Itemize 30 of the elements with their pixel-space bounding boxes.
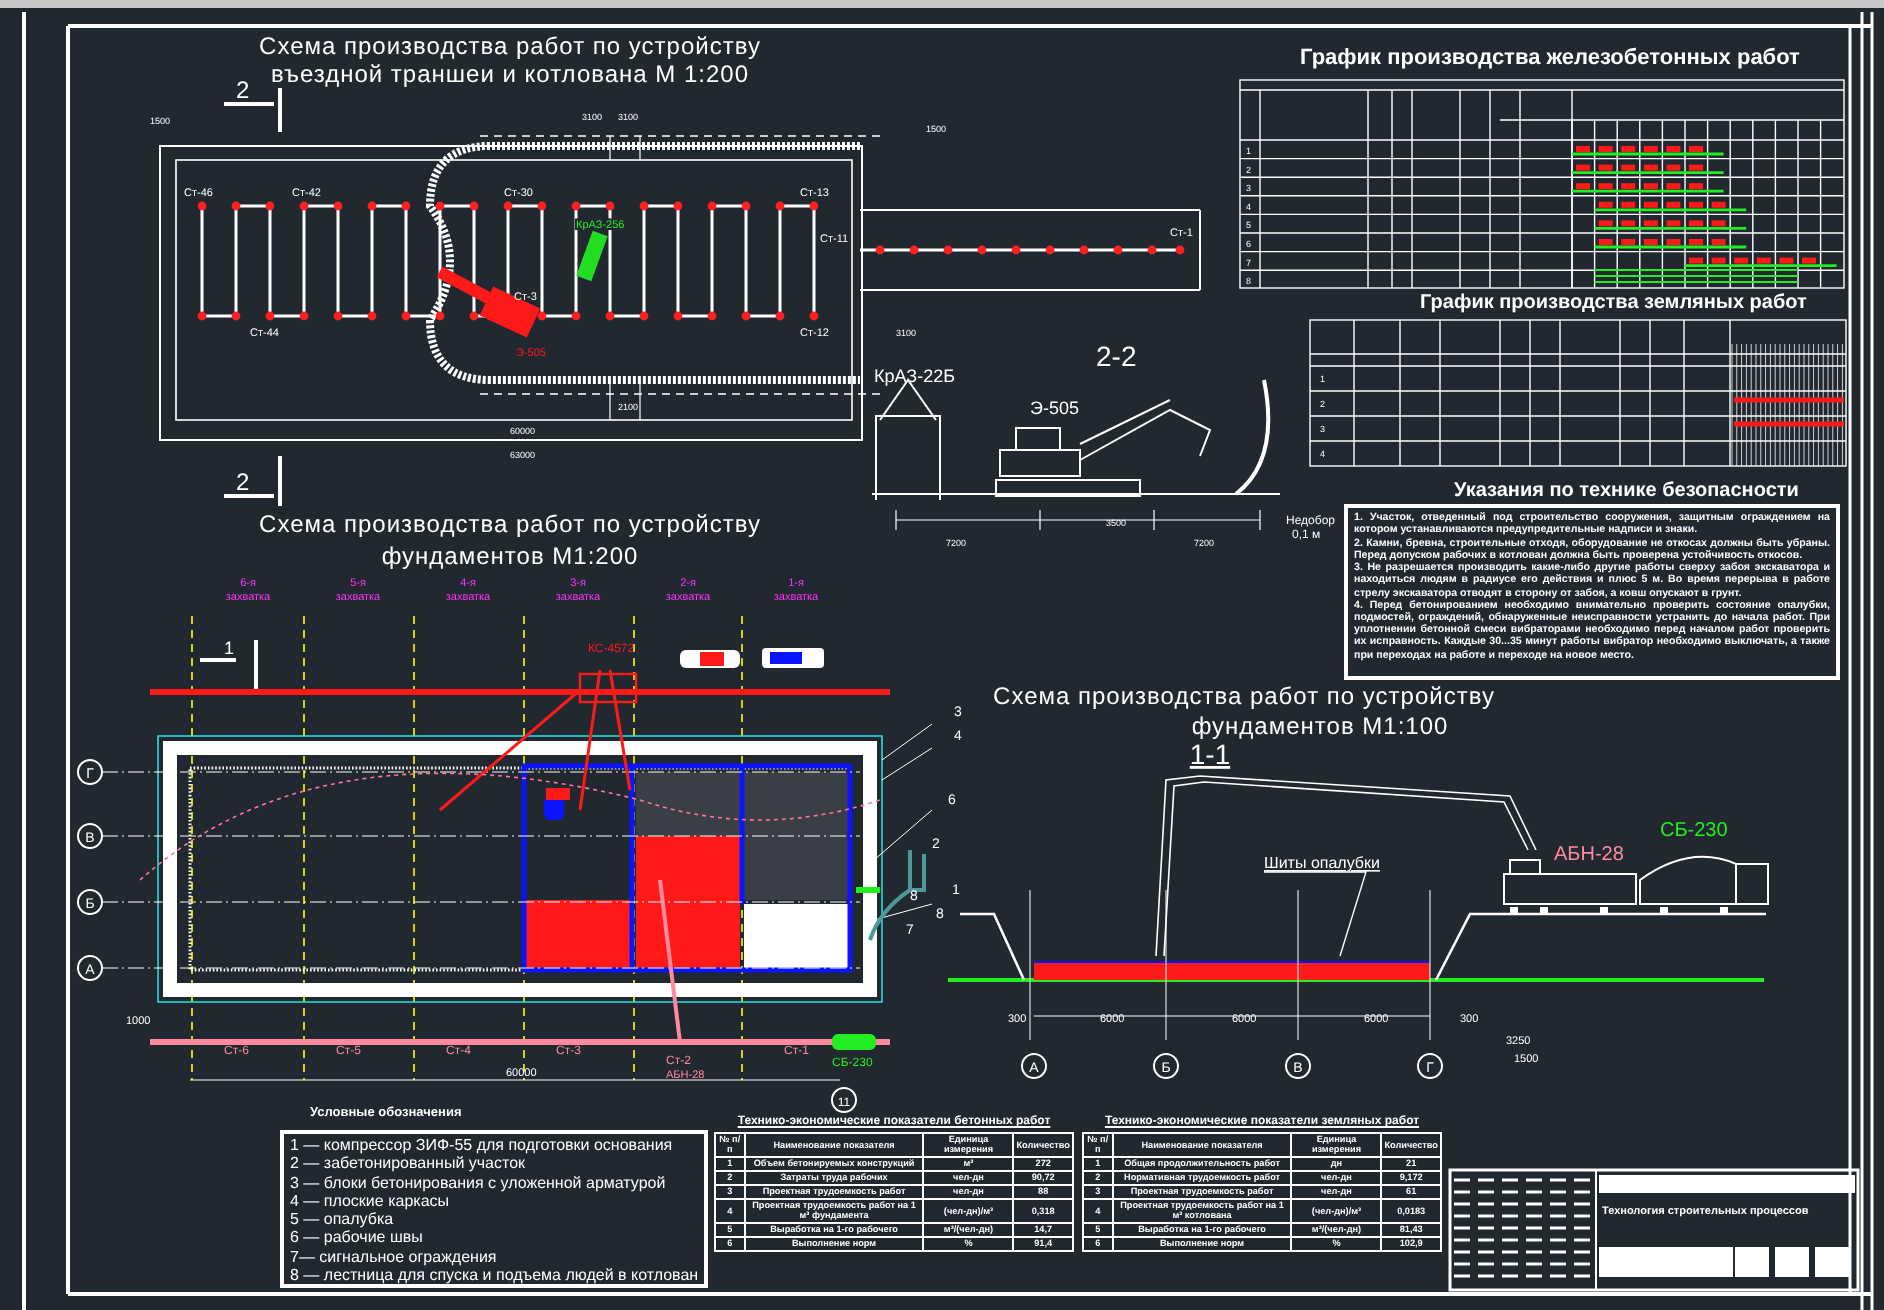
legend-item: 4 — плоские каркасы: [290, 1191, 450, 1211]
legend-item: 2 — забетонированный участок: [290, 1154, 528, 1174]
section-mark-label: 1: [224, 638, 235, 658]
section-title: фундаментов М1:100: [1191, 712, 1449, 740]
legend-item: 7— сигнальное ограждения: [290, 1247, 499, 1267]
plan-title: Схема производства работ по устройству: [259, 510, 761, 538]
schedule-bar: [1734, 397, 1844, 403]
plan-title: въездной траншеи и котлована М 1:200: [270, 60, 750, 88]
schedule-title: График производства железобетонных работ: [1300, 46, 1800, 70]
mixer-label: СБ-230: [1660, 820, 1728, 842]
legend-item: 1 — компрессор ЗИФ-55 для подготовки основания: [290, 1136, 675, 1155]
section-title: 2-2: [1096, 340, 1137, 372]
section-title: Схема производства работ по устройству: [993, 682, 1495, 710]
section-title: 1-1: [1189, 738, 1231, 770]
schedule-title: График производства земляных работ: [1420, 292, 1807, 314]
leader-line: [1263, 871, 1367, 957]
plan-title: Схема производства работ по устройству: [259, 32, 761, 60]
legend-item: 6 — рабочие швы: [290, 1228, 425, 1248]
plan-title: фундаментов М1:200: [381, 542, 639, 570]
legend-item: 3 — блоки бетонирования с уложенной арматурой: [290, 1173, 668, 1192]
legend-item: 5 — опалубка: [290, 1210, 396, 1229]
excavator-label: Э-505: [1030, 398, 1079, 418]
safety-title: Указания по технике безопасности: [1454, 480, 1799, 502]
pump-label: АБН-28: [1554, 844, 1624, 866]
formwork-label: Шиты опалубки: [1264, 854, 1380, 872]
section-mark-label: 2: [236, 468, 251, 496]
schedule-bar: [1734, 421, 1844, 427]
truck-label: КрАЗ-22Б: [874, 366, 955, 386]
section-mark-label: 2: [236, 76, 251, 104]
legend-item: 8 — лестница для спуска и подъема людей в котлован: [290, 1266, 698, 1285]
